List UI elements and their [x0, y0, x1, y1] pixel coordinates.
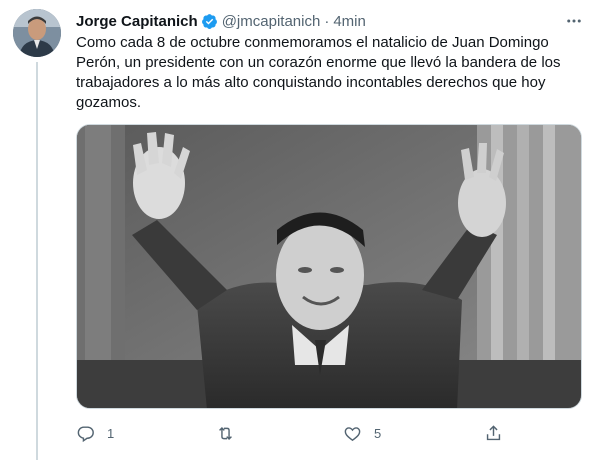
thread-line — [36, 62, 38, 460]
timestamp[interactable]: 4min — [333, 13, 366, 30]
tweet-photo[interactable] — [76, 124, 582, 409]
reply-icon — [77, 425, 94, 442]
tweet-header: Jorge Capitanich @jmcapitanich · 4min — [76, 11, 366, 31]
share-icon — [486, 424, 501, 440]
avatar-photo — [13, 9, 61, 57]
author-name[interactable]: Jorge Capitanich — [76, 13, 198, 30]
photo-image — [77, 125, 581, 408]
retweet-icon — [219, 426, 232, 440]
retweet-button[interactable] — [216, 422, 247, 444]
share-button[interactable] — [484, 422, 503, 444]
tweet-text: Como cada 8 de octubre conmemoramos el n… — [76, 34, 561, 111]
action-bar: 1 5 — [76, 422, 506, 444]
verified-badge-icon — [201, 13, 218, 30]
like-icon — [344, 426, 361, 441]
avatar[interactable] — [13, 9, 61, 57]
reply-button[interactable]: 1 — [76, 422, 114, 444]
author-handle[interactable]: @jmcapitanich — [222, 13, 321, 30]
more-options-icon[interactable] — [562, 10, 586, 32]
separator-dot: · — [324, 12, 330, 30]
tweet[interactable]: Jorge Capitanich @jmcapitanich · 4min Co… — [0, 0, 602, 460]
like-count: 5 — [374, 425, 382, 441]
reply-count: 1 — [107, 425, 115, 441]
like-button[interactable]: 5 — [343, 422, 381, 444]
